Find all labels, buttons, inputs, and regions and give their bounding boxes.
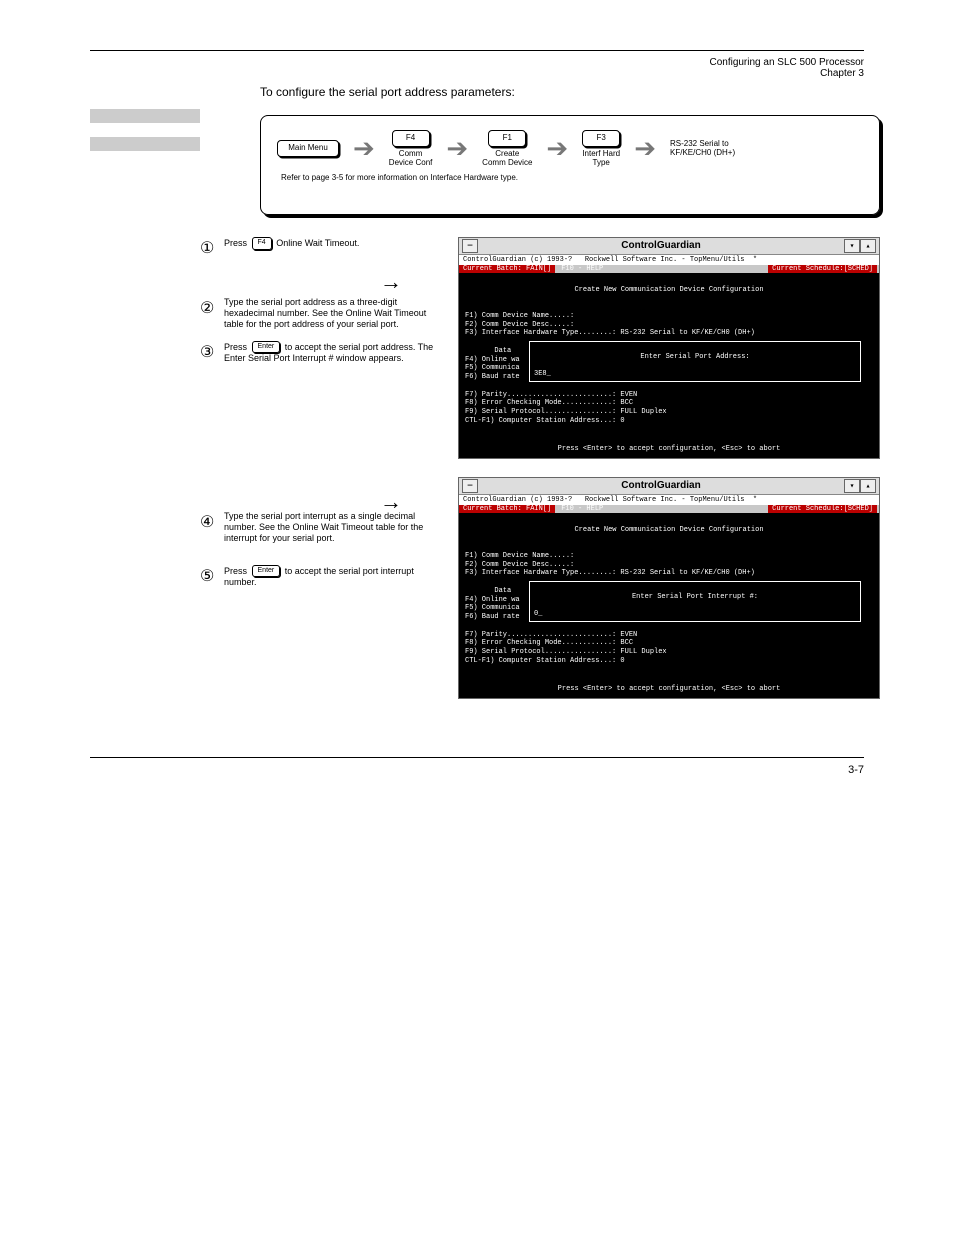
step-3: ③ Press Enter to accept the serial port … (200, 341, 440, 365)
status-right: Current Schedule:[SCHED] (768, 505, 877, 513)
system-menu-icon[interactable]: — (462, 239, 478, 253)
margin-bars (90, 109, 120, 151)
step-text: Type the serial port interrupt as a sing… (224, 511, 440, 545)
nav-panel: Main Menu ➔ F4 Comm Device Conf ➔ F1 Cre… (260, 115, 880, 215)
dialog-input[interactable]: 3E8_ (534, 370, 551, 378)
fields-top: F1) Comm Device Name.....: F2) Comm Devi… (465, 552, 755, 578)
step-5: ⑤ Press Enter to accept the serial port … (200, 565, 440, 589)
f4-key-inline[interactable]: F4 (252, 237, 272, 250)
nav-subnote: Refer to page 3-5 for more information o… (281, 173, 863, 182)
pointer-arrow-icon: → (380, 489, 620, 515)
step-number: ② (200, 297, 216, 331)
f3-label: Interf Hard Type (582, 149, 620, 167)
page: Configuring an SLC 500 Processor Chapter… (0, 0, 954, 836)
arrow-icon: ➔ (446, 142, 468, 155)
enter-key-inline[interactable]: Enter (252, 341, 281, 354)
step-number: ⑤ (200, 565, 216, 589)
hw-type-label: RS-232 Serial to KF/KE/CH0 (DH+) (670, 139, 735, 157)
dialog-input[interactable]: 0_ (534, 610, 542, 618)
panel-title: Create New Communication Device Configur… (465, 286, 873, 295)
rule-top (90, 50, 864, 51)
step-number: ④ (200, 511, 216, 545)
dialog-title: Enter Serial Port Interrupt #: (534, 593, 856, 602)
fields-bottom: F7) Parity.........................: EVE… (465, 631, 667, 665)
titlebar: — ControlGuardian ▾ ▴ (459, 238, 879, 255)
f3-key[interactable]: F3 (582, 130, 620, 147)
step-number: ③ (200, 341, 216, 365)
window-title: ControlGuardian (478, 240, 844, 251)
arrow-icon: ➔ (634, 142, 656, 155)
dialog-title: Enter Serial Port Address: (534, 353, 856, 362)
fields-top: F1) Comm Device Name.....: F2) Comm Devi… (465, 312, 755, 338)
input-dialog: Enter Serial Port Address: 3E8_ (529, 341, 861, 382)
minimize-icon[interactable]: ▾ (844, 479, 860, 493)
rule-bottom (90, 757, 864, 758)
terminal-footer: Press <Enter> to accept configuration, <… (459, 445, 879, 454)
status-right: Current Schedule:[SCHED] (768, 265, 877, 273)
terminal-area: Create New Communication Device Configur… (459, 273, 879, 458)
chapter-header: Configuring an SLC 500 Processor Chapter… (90, 57, 864, 79)
fields-bottom: F7) Parity.........................: EVE… (465, 391, 667, 425)
minimize-icon[interactable]: ▾ (844, 239, 860, 253)
terminal-footer: Press <Enter> to accept configuration, <… (459, 685, 879, 694)
step-number: ① (200, 237, 216, 259)
step-4: ④ Type the serial port interrupt as a si… (200, 511, 440, 545)
arrow-icon: ➔ (546, 142, 568, 155)
input-dialog: Enter Serial Port Interrupt #: 0_ (529, 581, 861, 622)
maximize-icon[interactable]: ▴ (860, 479, 876, 493)
terminal-area: Create New Communication Device Configur… (459, 513, 879, 698)
main-menu-key[interactable]: Main Menu (277, 140, 339, 157)
f1-key[interactable]: F1 (488, 130, 526, 147)
intro-text: To configure the serial port address par… (260, 85, 880, 99)
enter-key-inline[interactable]: Enter (252, 565, 281, 578)
arrow-icon: ➔ (353, 142, 375, 155)
chapter-number: Chapter 3 (90, 68, 864, 79)
step-text: Type the serial port address as a three-… (224, 297, 440, 331)
step-2: ② Type the serial port address as a thre… (200, 297, 440, 331)
f4-label: Comm Device Conf (389, 149, 433, 167)
f4-key[interactable]: F4 (392, 130, 430, 147)
step-1: ① Press F4 Online Wait Timeout. (200, 237, 440, 259)
page-number: 3-7 (90, 764, 864, 776)
panel-title: Create New Communication Device Configur… (465, 526, 873, 535)
f1-label: Create Comm Device (482, 149, 532, 167)
maximize-icon[interactable]: ▴ (860, 239, 876, 253)
chapter-title: Configuring an SLC 500 Processor (90, 57, 864, 68)
fields-left: Data F4) Online wa F5) Communica F6) Bau… (465, 587, 520, 621)
fields-left: Data F4) Online wa F5) Communica F6) Bau… (465, 347, 520, 381)
copyright-line: ControlGuardian (c) 1993-? Rockwell Soft… (459, 255, 879, 265)
